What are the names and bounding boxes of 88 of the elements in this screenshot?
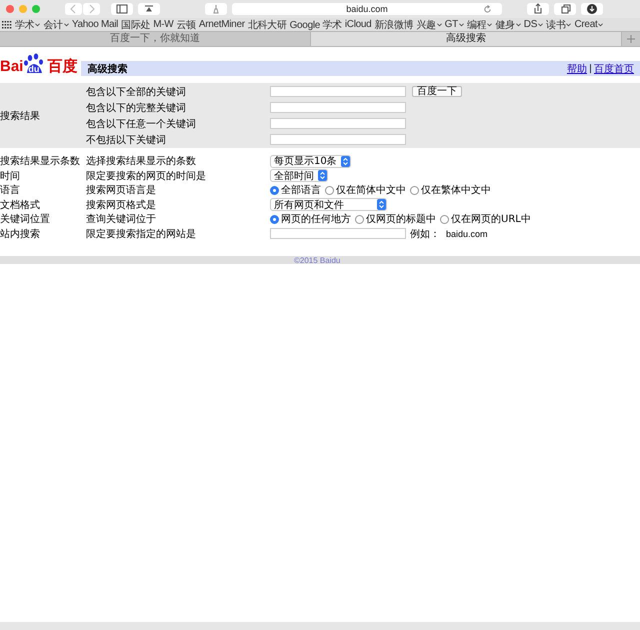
page-title: 高级搜索	[87, 62, 128, 76]
reader-icon[interactable]	[205, 3, 227, 15]
option-label: 时间	[0, 170, 21, 183]
radio-label[interactable]: 仅在网页的URL中	[451, 212, 531, 226]
new-tab-icon[interactable]	[624, 32, 638, 46]
browser-tab[interactable]: 高级搜索	[311, 32, 622, 46]
top-sites-icon[interactable]	[138, 3, 160, 15]
address-field[interactable]: baidu.com	[232, 3, 502, 15]
keyword-field[interactable]	[270, 118, 406, 129]
bookmark-item[interactable]: 读书	[546, 18, 566, 32]
help-link[interactable]: 帮助	[566, 62, 587, 76]
bookmark-item[interactable]: Creat	[574, 19, 598, 30]
bookmark-item[interactable]: iCloud	[344, 19, 372, 30]
share-icon[interactable]	[527, 3, 549, 15]
caret-icon[interactable]	[436, 22, 442, 26]
bookmark-item[interactable]: 北科大研	[248, 18, 287, 32]
dropdown[interactable]: 全部时间	[270, 169, 328, 182]
option-label: 站内搜索	[0, 228, 41, 241]
baidu-logo[interactable]: Bai du 百度	[0, 53, 78, 76]
caret-icon[interactable]	[35, 22, 40, 26]
bookmark-item[interactable]: 兴趣	[416, 18, 436, 32]
caret-icon[interactable]	[538, 22, 544, 26]
tabs-icon[interactable]	[554, 3, 576, 15]
dropdown[interactable]: 所有网页和文件	[270, 198, 387, 212]
bookmark-item[interactable]: DS	[524, 19, 538, 30]
download-icon[interactable]	[581, 3, 603, 15]
bookmark-item[interactable]: 云顿	[176, 18, 196, 32]
field-label: 不包括以下关键词	[86, 134, 167, 146]
radio-label[interactable]: 网页的任何地方	[281, 212, 351, 226]
caret-icon[interactable]	[566, 22, 572, 26]
keyword-field[interactable]	[270, 102, 406, 113]
reload-icon[interactable]	[483, 4, 492, 14]
bookmark-item[interactable]: 学术	[15, 18, 34, 32]
option-label: 关键词位置	[0, 212, 51, 226]
dropdown[interactable]: 每页显示10条	[270, 154, 351, 168]
home-link[interactable]: 百度首页	[594, 62, 634, 76]
caret-icon[interactable]	[516, 22, 521, 26]
radio-button[interactable]	[270, 186, 279, 195]
close-icon[interactable]	[6, 5, 14, 13]
radio-label[interactable]: 仅在繁体中文中	[421, 183, 491, 198]
bookmark-item[interactable]: Google 学术	[290, 18, 342, 32]
radio-label[interactable]: 仅在简体中文中	[336, 183, 406, 198]
bookmark-item[interactable]: Yahoo Mail	[72, 19, 118, 30]
field-label: 包含以下全部的关键词	[86, 86, 187, 98]
radio-button[interactable]	[270, 214, 279, 224]
radio-label[interactable]: 仅网页的标题中	[366, 212, 436, 226]
radio-label[interactable]: 全部语言	[281, 183, 321, 198]
radio-button[interactable]	[440, 214, 449, 224]
example-text: 例如：	[410, 228, 440, 241]
caret-icon[interactable]	[458, 22, 464, 26]
site-field[interactable]	[270, 228, 406, 240]
copyright-text: ©2015 Baidu	[294, 256, 340, 264]
keyword-field[interactable]	[270, 134, 406, 145]
option-label: 文档格式	[0, 198, 41, 212]
bookmark-item[interactable]: 国际处	[121, 18, 150, 32]
sidebar-icon[interactable]	[111, 3, 133, 15]
field-label: 包含以下任意一个关键词	[86, 118, 197, 130]
search-button[interactable]: 百度一下	[412, 86, 462, 97]
bookmark-item[interactable]: GT	[444, 19, 458, 30]
radio-button[interactable]	[325, 186, 334, 195]
example-domain: baidu.com	[446, 228, 488, 239]
section-label: 搜索结果	[0, 110, 41, 122]
link-separator: |	[588, 64, 592, 74]
option-description: 限定要搜索指定的网站是	[86, 228, 197, 241]
field-label: 包含以下的完整关键词	[86, 102, 187, 114]
grid-icon[interactable]	[2, 20, 12, 28]
option-label: 搜索结果显示条数	[0, 154, 81, 168]
bookmark-item[interactable]: 编程	[466, 18, 486, 32]
bookmark-item[interactable]: ArnetMiner	[198, 19, 245, 30]
keyword-field[interactable]	[270, 86, 406, 97]
stepper-icon[interactable]	[318, 170, 327, 182]
caret-icon[interactable]	[64, 22, 69, 26]
radio-button[interactable]	[410, 186, 419, 195]
bookmark-item[interactable]: M-W	[153, 19, 174, 30]
option-description: 搜索网页语言是	[86, 184, 157, 198]
caret-icon[interactable]	[598, 22, 604, 26]
radio-button[interactable]	[355, 214, 364, 224]
stepper-icon[interactable]	[377, 199, 386, 210]
option-description: 查询关键词位于	[86, 212, 157, 226]
option-description: 搜索网页格式是	[86, 198, 157, 212]
bookmark-item[interactable]: 会计	[43, 18, 63, 32]
option-description: 选择搜索结果显示的条数	[86, 154, 197, 168]
bookmark-item[interactable]: 健身	[495, 18, 515, 32]
bookmark-item[interactable]: 新浪微博	[374, 18, 414, 32]
option-label: 语言	[0, 184, 21, 198]
stepper-icon[interactable]	[340, 156, 350, 167]
option-description: 限定要搜索的网页的时间是	[86, 170, 207, 183]
caret-icon[interactable]	[487, 22, 492, 26]
